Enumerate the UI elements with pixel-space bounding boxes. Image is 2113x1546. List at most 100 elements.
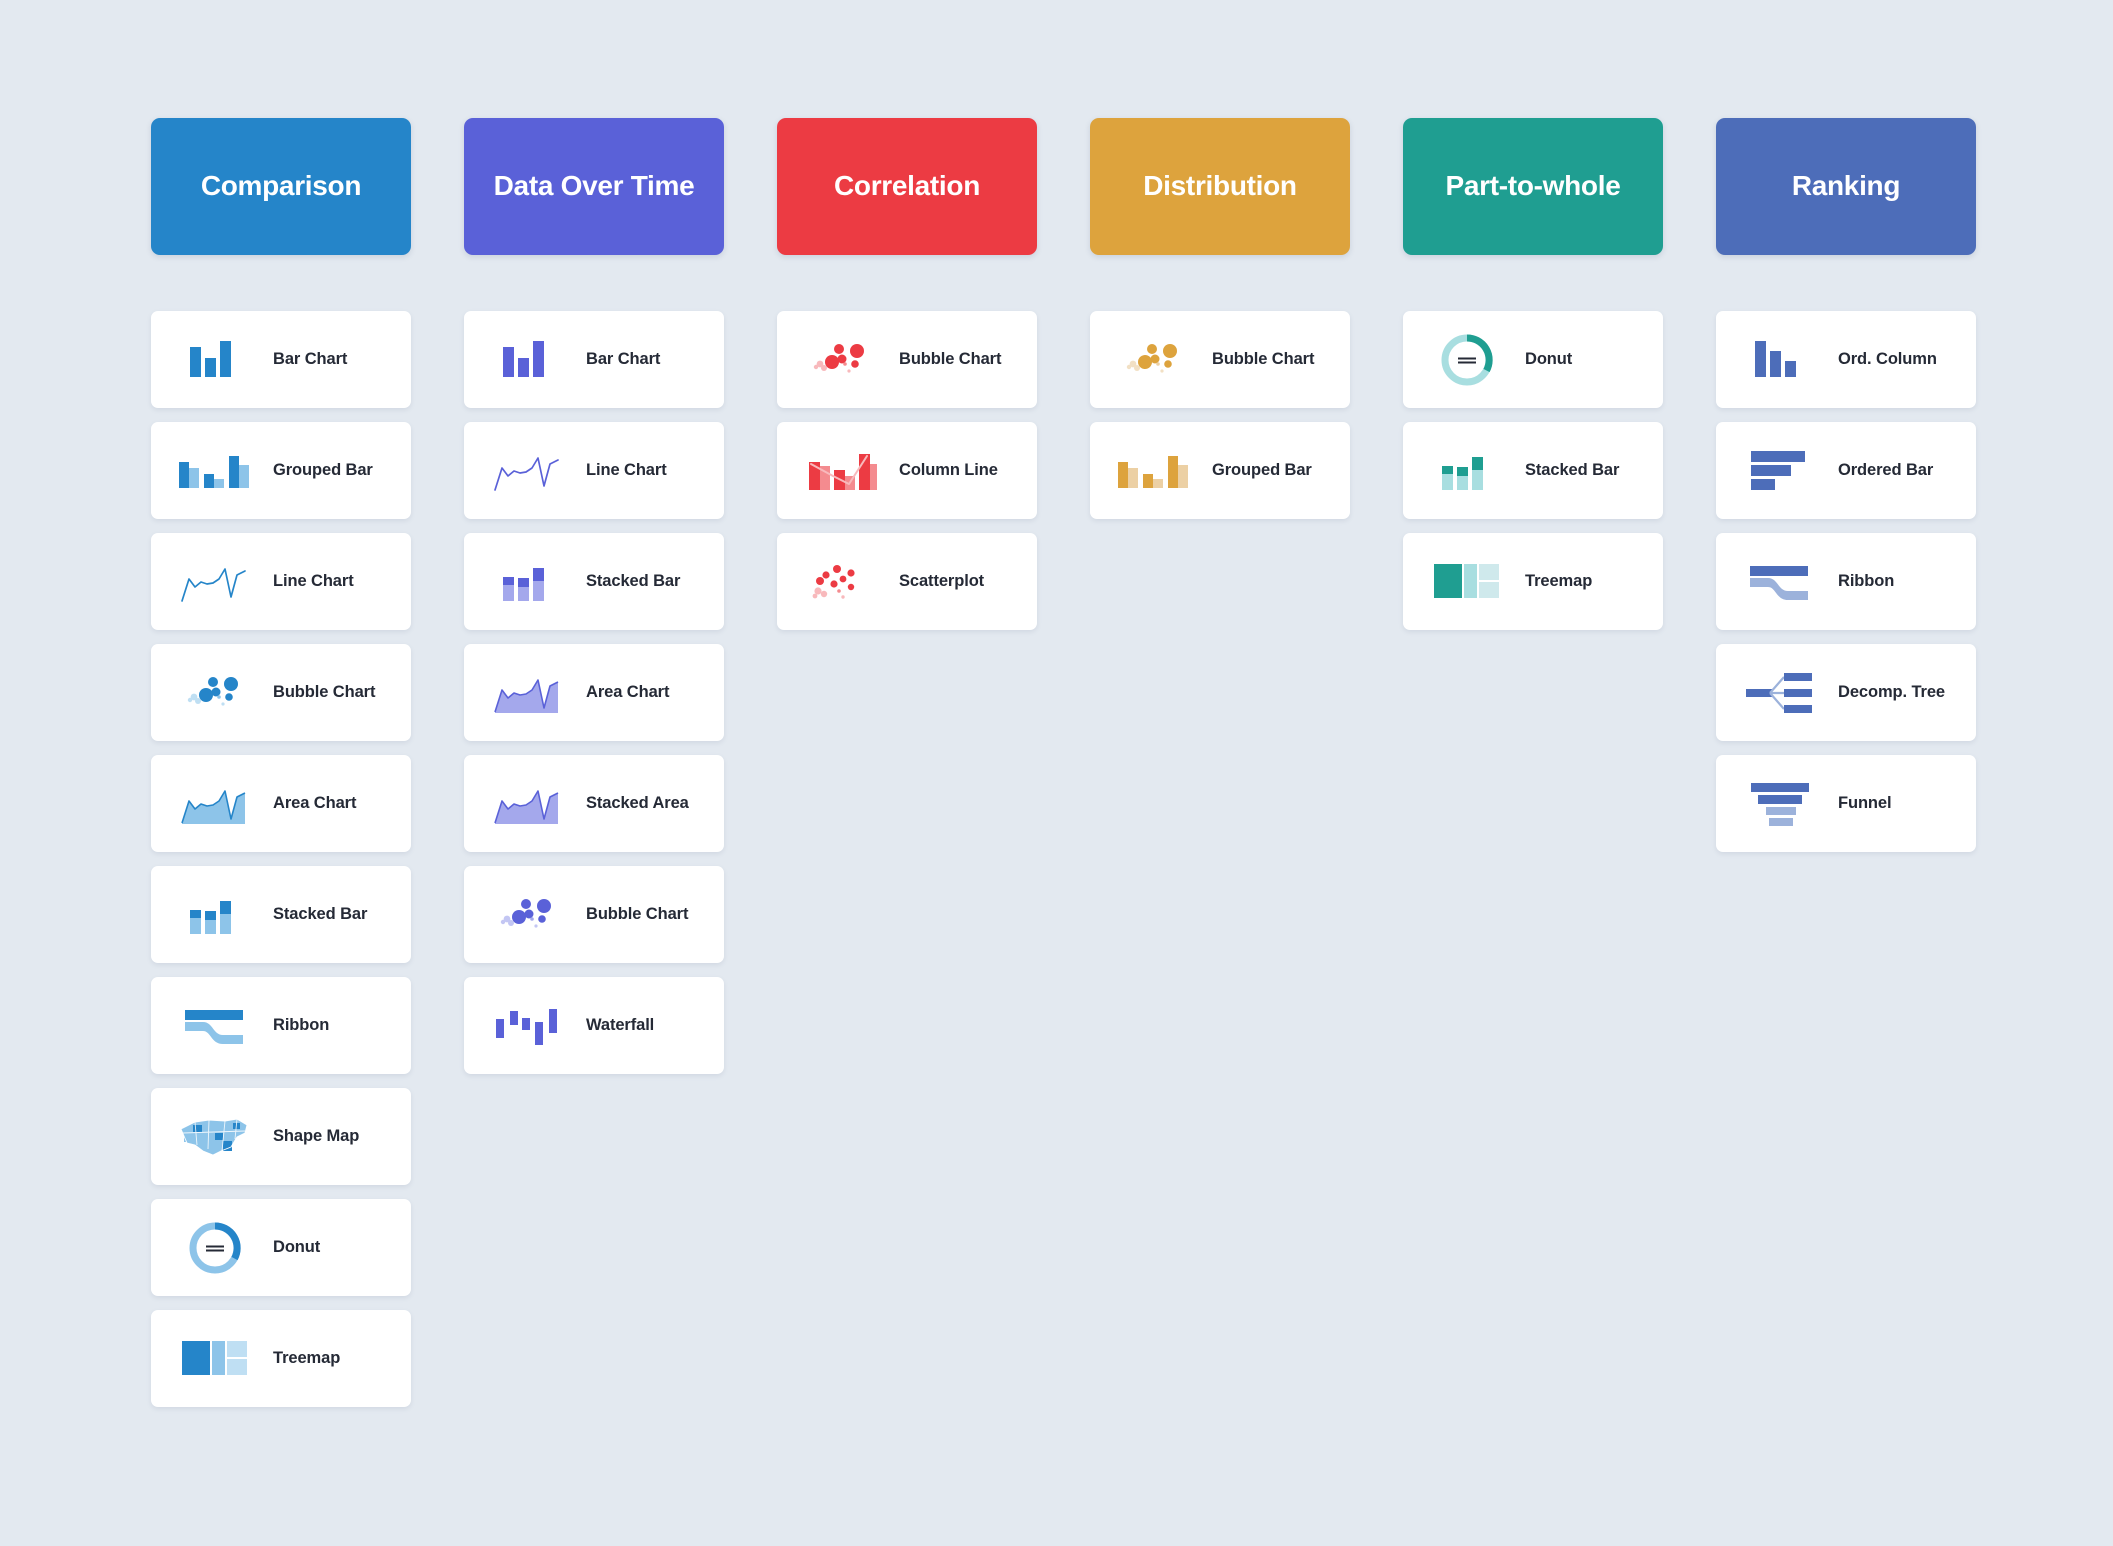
chart-card-label: Stacked Bar: [273, 904, 368, 923]
chart-card-label: Ordered Bar: [1838, 460, 1934, 479]
line-chart-icon: [486, 443, 570, 499]
chart-card-label: Bubble Chart: [273, 682, 376, 701]
chart-card-label: Grouped Bar: [1212, 460, 1312, 479]
chart-card-label: Stacked Bar: [586, 571, 681, 590]
chart-card[interactable]: Bar Chart: [464, 311, 724, 408]
chart-card[interactable]: Stacked Bar: [151, 866, 411, 963]
category-column-distribution: Distribution Bubble Chart Grouped Bar: [1090, 118, 1350, 1407]
stacked-bar-icon: [173, 887, 257, 943]
bar-chart-icon: [486, 332, 570, 388]
stacked-area-icon: [486, 776, 570, 832]
chart-card[interactable]: Treemap: [151, 1310, 411, 1407]
treemap-icon: [173, 1331, 257, 1387]
category-header-part-to-whole[interactable]: Part-to-whole: [1403, 118, 1663, 255]
ordered-column-icon: [1738, 332, 1822, 388]
chart-card-label: Bubble Chart: [586, 904, 689, 923]
area-chart-icon: [486, 665, 570, 721]
category-header-data-over-time[interactable]: Data Over Time: [464, 118, 724, 255]
chart-card-label: Decomp. Tree: [1838, 682, 1946, 701]
chart-card[interactable]: Bubble Chart: [151, 644, 411, 741]
funnel-icon: [1738, 776, 1822, 832]
chart-card[interactable]: Decomp. Tree: [1716, 644, 1976, 741]
chart-card[interactable]: Donut: [1403, 311, 1663, 408]
chart-card-label: Ribbon: [1838, 571, 1895, 590]
chart-card-label: Shape Map: [273, 1126, 360, 1145]
category-column-correlation: Correlation Bubble Chart Column Line Scatte…: [777, 118, 1037, 1407]
bubble-chart-icon: [799, 332, 883, 388]
chart-card[interactable]: Bubble Chart: [777, 311, 1037, 408]
chart-card[interactable]: Column Line: [777, 422, 1037, 519]
chart-card[interactable]: Line Chart: [151, 533, 411, 630]
chart-card-list-distribution: Bubble Chart Grouped Bar: [1090, 311, 1350, 519]
chart-card-label: Waterfall: [586, 1015, 655, 1034]
chart-card[interactable]: Bubble Chart: [1090, 311, 1350, 408]
category-header-distribution[interactable]: Distribution: [1090, 118, 1350, 255]
line-chart-icon: [173, 554, 257, 610]
chart-card-list-ranking: Ord. Column Ordered Bar Ribbon Decomp. Tree…: [1716, 311, 1976, 852]
chart-card-list-part-to-whole: Donut Stacked Bar Treemap: [1403, 311, 1663, 630]
area-chart-icon: [173, 776, 257, 832]
column-line-icon: [799, 443, 883, 499]
category-column-part-to-whole: Part-to-whole Donut Stacked Bar Treemap: [1403, 118, 1663, 1407]
chart-card[interactable]: Scatterplot: [777, 533, 1037, 630]
category-header-comparison[interactable]: Comparison: [151, 118, 411, 255]
chart-card[interactable]: Ribbon: [151, 977, 411, 1074]
bubble-chart-icon: [1112, 332, 1196, 388]
chart-card[interactable]: Waterfall: [464, 977, 724, 1074]
chart-card[interactable]: Treemap: [1403, 533, 1663, 630]
chart-card-list-data-over-time: Bar Chart Line Chart Stacked Bar Area Chart…: [464, 311, 724, 1074]
chart-card[interactable]: Bar Chart: [151, 311, 411, 408]
grouped-bar-icon: [173, 443, 257, 499]
chart-card[interactable]: Stacked Area: [464, 755, 724, 852]
chart-card-label: Bubble Chart: [1212, 349, 1315, 368]
chart-card[interactable]: Area Chart: [151, 755, 411, 852]
stacked-bar-icon: [486, 554, 570, 610]
bar-chart-icon: [173, 332, 257, 388]
chart-card-label: Treemap: [273, 1348, 341, 1367]
chart-card[interactable]: Ribbon: [1716, 533, 1976, 630]
chart-card[interactable]: Shape Map: [151, 1088, 411, 1185]
chart-card-label: Treemap: [1525, 571, 1593, 590]
chart-card[interactable]: Donut: [151, 1199, 411, 1296]
chart-card-list-comparison: Bar Chart Grouped Bar Line Chart Bubble Cha…: [151, 311, 411, 1407]
category-column-ranking: Ranking Ord. Column Ordered Bar Ribbon Decom…: [1716, 118, 1976, 1407]
treemap-icon: [1425, 554, 1509, 610]
category-column-data-over-time: Data Over Time Bar Chart Line Chart Stacked…: [464, 118, 724, 1407]
chart-card-label: Stacked Bar: [1525, 460, 1620, 479]
chart-card[interactable]: Funnel: [1716, 755, 1976, 852]
chart-card[interactable]: Grouped Bar: [1090, 422, 1350, 519]
chart-card-label: Donut: [1525, 349, 1573, 368]
chart-card-label: Bar Chart: [273, 349, 348, 368]
grouped-bar-icon: [1112, 443, 1196, 499]
chart-card[interactable]: Line Chart: [464, 422, 724, 519]
stacked-bar-icon: [1425, 443, 1509, 499]
chart-card-label: Funnel: [1838, 793, 1892, 812]
chart-card-label: Area Chart: [586, 682, 670, 701]
chart-card-label: Stacked Area: [586, 793, 689, 812]
category-header-correlation[interactable]: Correlation: [777, 118, 1037, 255]
chart-card[interactable]: Area Chart: [464, 644, 724, 741]
chart-card-label: Donut: [273, 1237, 321, 1256]
chart-card-label: Area Chart: [273, 793, 357, 812]
chart-card[interactable]: Stacked Bar: [1403, 422, 1663, 519]
chart-card-label: Ribbon: [273, 1015, 330, 1034]
shape-map-icon: [173, 1109, 257, 1165]
chart-card[interactable]: Ordered Bar: [1716, 422, 1976, 519]
chart-card-label: Bubble Chart: [899, 349, 1002, 368]
chart-card-label: Bar Chart: [586, 349, 661, 368]
chart-card[interactable]: Bubble Chart: [464, 866, 724, 963]
ordered-bar-icon: [1738, 443, 1822, 499]
chart-card-label: Line Chart: [273, 571, 354, 590]
chart-card-label: Column Line: [899, 460, 998, 479]
waterfall-icon: [486, 998, 570, 1054]
chart-card[interactable]: Ord. Column: [1716, 311, 1976, 408]
category-header-ranking[interactable]: Ranking: [1716, 118, 1976, 255]
donut-icon: [1425, 332, 1509, 388]
scatterplot-icon: [799, 554, 883, 610]
category-column-comparison: Comparison Bar Chart Grouped Bar Line Chart…: [151, 118, 411, 1407]
bubble-chart-icon: [173, 665, 257, 721]
chart-card[interactable]: Stacked Bar: [464, 533, 724, 630]
decomposition-tree-icon: [1738, 665, 1822, 721]
chart-card-list-correlation: Bubble Chart Column Line Scatterplot: [777, 311, 1037, 630]
chart-card[interactable]: Grouped Bar: [151, 422, 411, 519]
